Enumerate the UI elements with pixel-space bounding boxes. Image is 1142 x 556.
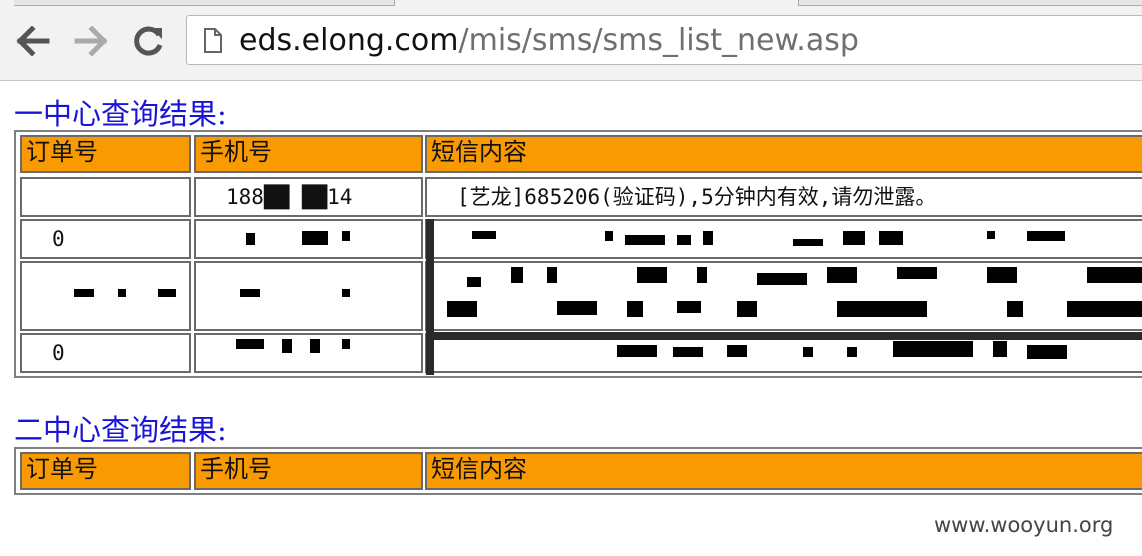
document-icon [204,28,222,53]
redaction-bar [426,219,434,375]
results-table-center-1: 订单号 手机号 短信内容 188██ ██14 [艺龙]685206(验证码),… [14,130,1142,378]
table-cell-sms-redacted [425,219,1142,259]
table-cell-order: 0 [20,333,191,373]
browser-toolbar: eds.elong.com/mis/sms/sms_list_new.asp [0,0,1142,81]
reload-icon [134,26,163,56]
table-cell-order: 0 [20,219,191,259]
table-cell-sms-redacted [425,261,1142,331]
table-cell-order [20,177,191,217]
column-header-sms-content: 短信内容 [425,452,1142,490]
browser-tab[interactable] [14,0,395,6]
redaction-bar [426,332,1142,340]
table-cell-phone-redacted [194,219,423,259]
watermark: www.wooyun.org [934,513,1114,537]
forward-button[interactable] [72,22,110,60]
column-header-phone: 手机号 [194,452,423,490]
browser-tab-new[interactable] [798,0,1142,6]
table-cell-phone: 188██ ██14 [194,177,423,217]
reload-button[interactable] [130,22,168,60]
url-host: eds.elong.com [239,23,459,58]
section-title-center-1: 一中心查询结果: [14,97,227,131]
column-header-order-no: 订单号 [20,135,191,173]
column-header-sms-content: 短信内容 [425,135,1142,173]
url-path: /mis/sms/sms_list_new.asp [458,23,859,58]
address-bar[interactable]: eds.elong.com/mis/sms/sms_list_new.asp [186,15,1142,65]
results-table-center-2: 订单号 手机号 短信内容 [14,447,1142,495]
table-cell-order-redacted [20,261,191,331]
url-text[interactable]: eds.elong.com/mis/sms/sms_list_new.asp [239,24,859,58]
table-cell-phone-redacted [194,261,423,331]
section-title-center-2: 二中心查询结果: [14,413,227,447]
table-cell-phone-redacted [194,333,423,373]
column-header-order-no: 订单号 [20,452,191,490]
column-header-phone: 手机号 [194,135,423,173]
table-cell-sms: [艺龙]685206(验证码),5分钟内有效,请勿泄露。 [425,177,1142,217]
back-button[interactable] [14,22,52,60]
arrow-left-icon [16,26,50,56]
arrow-right-icon [74,26,108,56]
